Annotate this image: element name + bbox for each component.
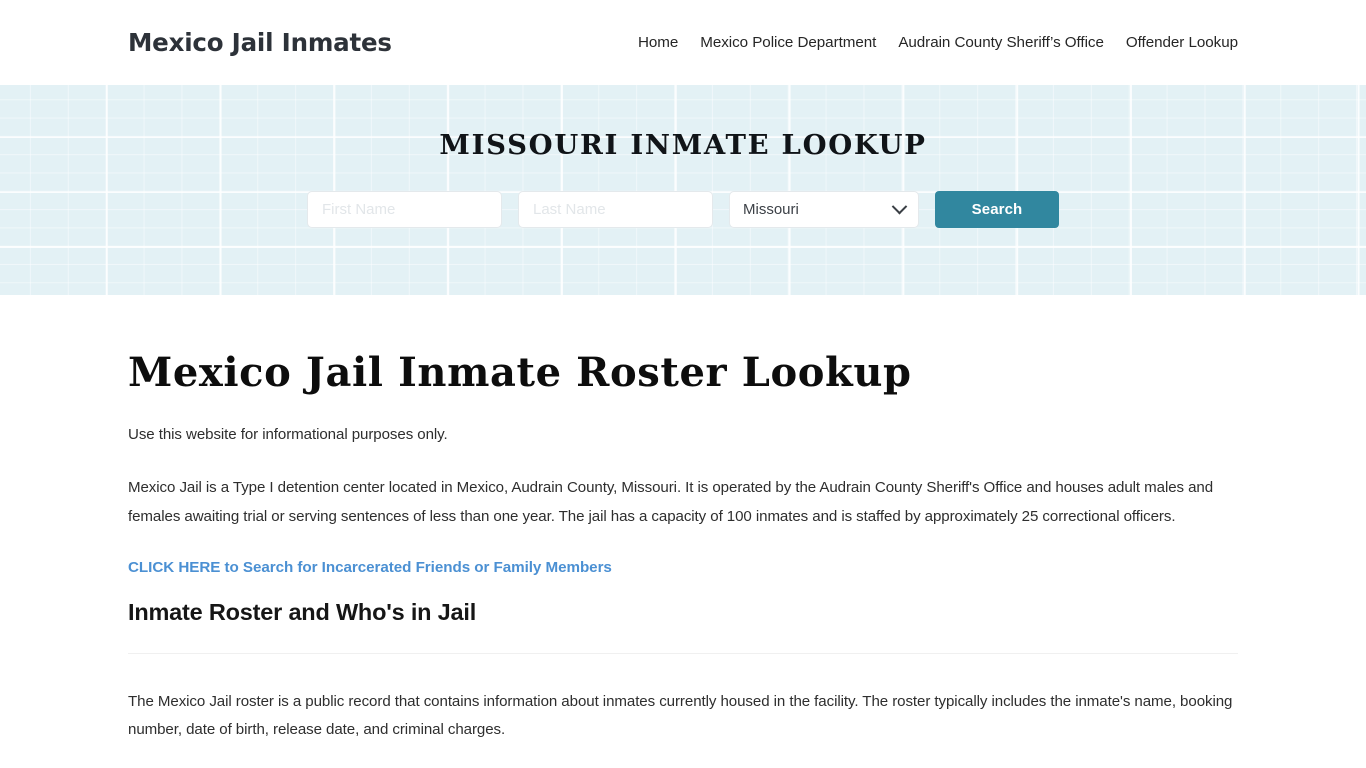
- roster-paragraph: The Mexico Jail roster is a public recor…: [128, 692, 1233, 739]
- chevron-down-icon: [891, 198, 908, 214]
- last-name-input[interactable]: [518, 190, 713, 228]
- site-logo[interactable]: Mexico Jail Inmates: [128, 28, 392, 57]
- state-select[interactable]: Missouri: [729, 190, 919, 228]
- main-content: Mexico Jail Inmate Roster Lookup Use thi…: [0, 295, 1366, 768]
- steps-lead-paragraph: To search for an inmate in the Mexico Ja…: [128, 745, 1238, 768]
- nav-item-offender-lookup[interactable]: Offender Lookup: [1115, 34, 1238, 51]
- inmate-search-cta-link[interactable]: CLICK HERE to Search for Incarcerated Fr…: [128, 559, 612, 576]
- inmate-search-form: Missouri Search: [0, 190, 1366, 228]
- page-title: Mexico Jail Inmate Roster Lookup: [128, 349, 912, 396]
- site-header: Mexico Jail Inmates Home Mexico Police D…: [0, 0, 1366, 85]
- intro-paragraph: Use this website for informational purpo…: [128, 425, 448, 443]
- nav-item-audrain-county-sheriffs-office[interactable]: Audrain County Sheriff’s Office: [887, 34, 1115, 51]
- section-divider: [128, 652, 1238, 654]
- nav-item-home[interactable]: Home: [627, 34, 689, 51]
- section-heading-inmate-roster: Inmate Roster and Who's in Jail: [128, 598, 477, 625]
- search-button[interactable]: Search: [935, 190, 1059, 228]
- main-navigation: Home Mexico Police Department Audrain Co…: [627, 34, 1238, 51]
- nav-item-mexico-police-department[interactable]: Mexico Police Department: [689, 34, 887, 51]
- first-name-input[interactable]: [307, 190, 502, 228]
- state-select-value: Missouri: [743, 200, 799, 218]
- hero-search-section: MISSOURI INMATE LOOKUP Missouri Search: [0, 85, 1366, 295]
- facility-description-paragraph: Mexico Jail is a Type I detention center…: [128, 479, 1214, 525]
- hero-title: MISSOURI INMATE LOOKUP: [439, 129, 927, 161]
